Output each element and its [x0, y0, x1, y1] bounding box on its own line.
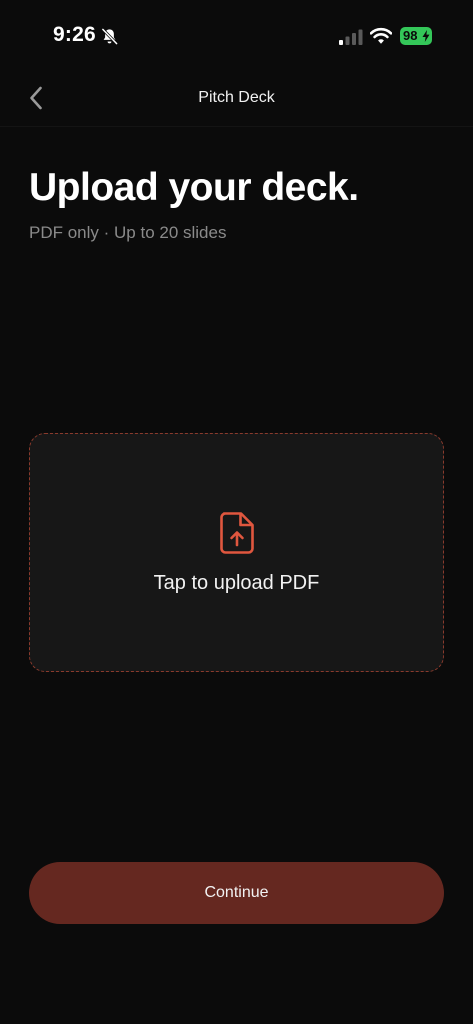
wifi-icon — [370, 27, 392, 44]
file-upload-icon — [220, 512, 254, 554]
status-time: 9:26 — [53, 23, 96, 46]
battery-icon: 98 — [400, 27, 432, 45]
battery-level: 98 — [403, 28, 418, 43]
page-title: Upload your deck. — [29, 166, 359, 209]
bolt-icon — [422, 30, 430, 42]
continue-button[interactable]: Continue — [29, 862, 444, 924]
upload-label: Tap to upload PDF — [153, 572, 320, 594]
status-bar: 9:26 98 — [0, 0, 473, 70]
upload-dropzone[interactable]: Tap to upload PDF — [29, 433, 444, 672]
nav-bar: Pitch Deck — [0, 70, 473, 127]
nav-title: Pitch Deck — [198, 89, 275, 106]
signal-icon — [339, 29, 363, 45]
page-subtitle: PDF only · Up to 20 slides — [29, 223, 227, 242]
bell-slash-icon — [101, 28, 118, 45]
